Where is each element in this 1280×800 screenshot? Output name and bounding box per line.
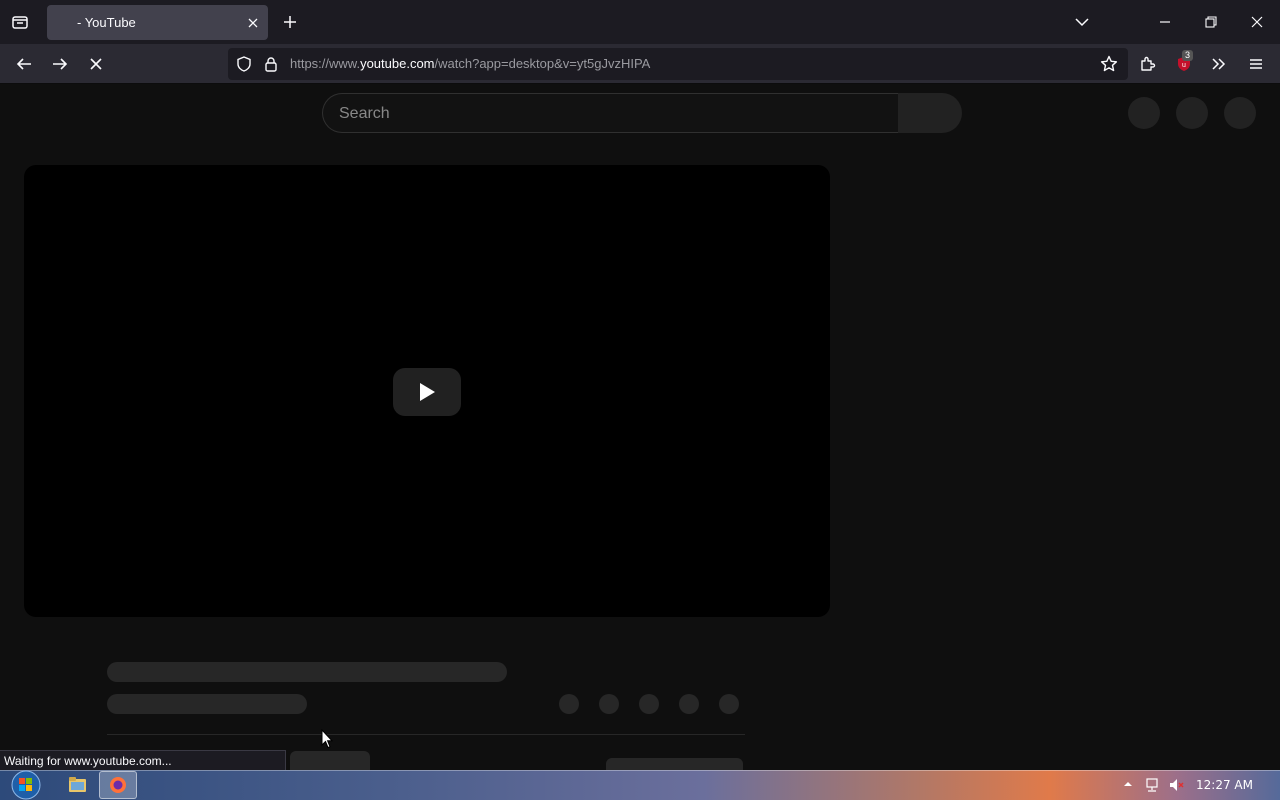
app-menu-icon[interactable]: [1242, 50, 1270, 78]
list-all-tabs-icon[interactable]: [1068, 8, 1096, 36]
new-tab-icon[interactable]: [276, 8, 304, 36]
action-skeleton-1: [559, 694, 579, 714]
ublock-origin-icon[interactable]: u 3: [1170, 50, 1198, 78]
show-hidden-icons-icon[interactable]: [1122, 778, 1134, 790]
action-skeleton-3: [639, 694, 659, 714]
search-input[interactable]: Search: [322, 93, 898, 133]
volume-muted-icon[interactable]: [1168, 776, 1186, 794]
channel-skeleton: [107, 694, 307, 714]
status-panel: Waiting for www.youtube.com...: [0, 750, 286, 770]
tab-title: - YouTube: [77, 15, 136, 30]
url-text[interactable]: https://www.youtube.com/watch?app=deskto…: [290, 56, 650, 71]
firefox-icon: [110, 777, 126, 793]
video-player[interactable]: [24, 165, 830, 617]
minimize-icon[interactable]: [1151, 8, 1179, 36]
firefox-view-icon[interactable]: [6, 8, 34, 36]
close-window-icon[interactable]: [1243, 8, 1271, 36]
subscribe-skeleton: [606, 758, 743, 770]
more-tools-chevron-icon[interactable]: [1205, 50, 1233, 78]
extensions-puzzle-icon[interactable]: [1134, 50, 1162, 78]
navigation-toolbar: https://www.youtube.com/watch?app=deskto…: [0, 44, 1280, 84]
notifications-button-placeholder[interactable]: [1176, 97, 1208, 129]
search-placeholder: Search: [339, 105, 390, 122]
mouse-cursor-icon: [321, 729, 333, 749]
explorer-taskbar-button[interactable]: [58, 771, 96, 799]
video-title-skeleton: [107, 662, 507, 682]
browser-tab-bar: - YouTube: [0, 0, 1280, 44]
windows-taskbar: 12:27 AM: [0, 770, 1280, 800]
play-button[interactable]: [393, 368, 461, 416]
stop-loading-icon[interactable]: [82, 50, 110, 78]
play-icon: [420, 383, 435, 401]
active-tab[interactable]: - YouTube: [47, 5, 268, 40]
windows-logo-icon: [11, 770, 41, 800]
description-skeleton: [290, 751, 370, 770]
url-suffix: /watch?app=desktop&v=yt5gJvzHIPA: [434, 56, 651, 71]
svg-text:u: u: [1182, 62, 1186, 69]
network-icon[interactable]: [1144, 776, 1162, 794]
close-tab-icon[interactable]: [239, 9, 267, 37]
action-skeleton-2: [599, 694, 619, 714]
firefox-taskbar-button[interactable]: [99, 771, 137, 799]
lock-icon[interactable]: [257, 50, 285, 78]
address-bar[interactable]: https://www.youtube.com/watch?app=deskto…: [228, 48, 1128, 80]
youtube-page: Search: [0, 84, 1280, 770]
action-skeleton-5: [719, 694, 739, 714]
taskbar-clock[interactable]: 12:27 AM: [1196, 778, 1253, 792]
bookmark-star-icon[interactable]: [1095, 50, 1123, 78]
folder-icon: [69, 777, 86, 792]
extension-badge: 3: [1182, 50, 1194, 61]
start-button[interactable]: [6, 770, 46, 800]
forward-icon[interactable]: [46, 50, 74, 78]
url-prefix: https://www.: [290, 56, 361, 71]
back-icon[interactable]: [10, 50, 38, 78]
restore-icon[interactable]: [1197, 8, 1225, 36]
status-text: Waiting for www.youtube.com...: [4, 754, 172, 768]
search-button[interactable]: [898, 93, 962, 133]
tracking-protection-shield-icon[interactable]: [230, 50, 258, 78]
url-domain: youtube.com: [360, 56, 435, 71]
create-button-placeholder[interactable]: [1128, 97, 1160, 129]
action-skeleton-4: [679, 694, 699, 714]
avatar-placeholder[interactable]: [1224, 97, 1256, 129]
divider: [107, 734, 745, 735]
